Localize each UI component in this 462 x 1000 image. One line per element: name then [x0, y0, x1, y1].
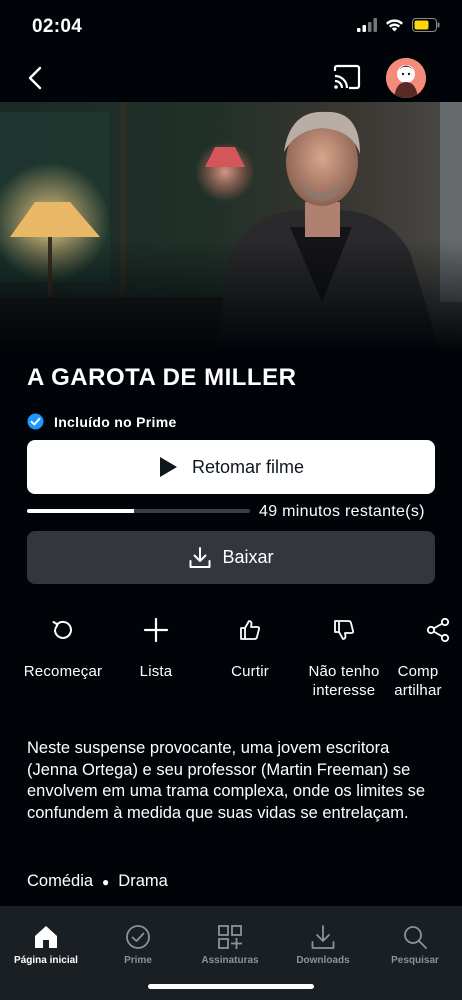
wifi-icon: [386, 19, 403, 32]
tab-prime[interactable]: Prime: [92, 906, 184, 966]
chevron-left-icon: [28, 66, 42, 90]
like-button[interactable]: Curtir: [202, 612, 298, 681]
tab-label: Página inicial: [14, 955, 78, 966]
signal-icon: [357, 18, 377, 32]
tab-home[interactable]: Página inicial: [0, 906, 92, 972]
remaining-time: 49 minutos restante(s): [259, 503, 425, 520]
synopsis: Neste suspense provocante, uma jovem esc…: [27, 739, 425, 822]
tab-subscriptions[interactable]: Assinaturas: [184, 906, 276, 966]
plus-icon: [143, 617, 169, 643]
share-label: Compartilhar: [394, 663, 442, 699]
movie-title: A GAROTA DE MILLER: [27, 364, 297, 391]
download-label: Baixar: [222, 547, 274, 567]
play-icon: [159, 457, 177, 477]
download-icon: [311, 925, 335, 949]
back-button[interactable]: [22, 64, 50, 92]
share-icon: [426, 617, 450, 643]
tab-label: Pesquisar: [391, 955, 439, 966]
action-row: Recomeçar Lista Curtir Não tenho interes…: [0, 612, 462, 712]
cast-button[interactable]: [332, 64, 364, 92]
hero-still: [0, 102, 462, 352]
tab-label: Prime: [124, 955, 152, 966]
tab-label: Assinaturas: [201, 955, 259, 966]
restart-button[interactable]: Recomeçar: [15, 612, 111, 681]
restart-icon: [52, 620, 72, 639]
check-circle-icon: [126, 925, 150, 949]
check-circle-icon: [27, 413, 44, 430]
avatar-icon: [386, 58, 426, 98]
home-indicator: [148, 984, 314, 989]
resume-label: Retomar filme: [191, 456, 305, 477]
progress-bar: [27, 509, 250, 513]
thumbs-up-icon: [240, 620, 260, 640]
tab-search[interactable]: Pesquisar: [369, 906, 461, 966]
tab-label: Downloads: [296, 955, 350, 966]
separator-dot: ●: [102, 874, 110, 889]
download-button[interactable]: Baixar: [27, 531, 435, 584]
add-to-list-button[interactable]: Lista: [108, 612, 204, 681]
profile-avatar[interactable]: [386, 58, 426, 98]
share-button[interactable]: Compartilhar: [390, 612, 462, 700]
list-label: Lista: [139, 663, 173, 680]
status-time: 02:04: [32, 16, 83, 37]
cast-icon: [333, 64, 361, 90]
battery-icon: [412, 18, 440, 32]
top-nav: [0, 54, 462, 102]
home-icon: [35, 926, 57, 948]
download-icon: [189, 546, 211, 568]
restart-label: Recomeçar: [23, 663, 103, 680]
grid-plus-icon: [218, 925, 242, 949]
not-interested-label: Não tenho interesse: [308, 663, 380, 699]
genre-item[interactable]: Comédia: [27, 872, 93, 891]
like-label: Curtir: [231, 663, 269, 680]
prime-label: Incluído no Prime: [54, 413, 177, 430]
not-interested-button[interactable]: Não tenho interesse: [296, 612, 392, 700]
resume-button[interactable]: Retomar filme: [27, 440, 435, 494]
hero-image: [0, 102, 462, 352]
genre-item[interactable]: Drama: [118, 872, 168, 891]
search-icon: [404, 926, 427, 949]
thumbs-down-icon: [334, 620, 354, 640]
prime-badge: Incluído no Prime: [27, 413, 177, 430]
tab-downloads[interactable]: Downloads: [277, 906, 369, 966]
status-bar: 02:04: [0, 0, 462, 54]
progress-fill: [27, 509, 135, 513]
genres: Comédia ● Drama: [27, 872, 168, 891]
